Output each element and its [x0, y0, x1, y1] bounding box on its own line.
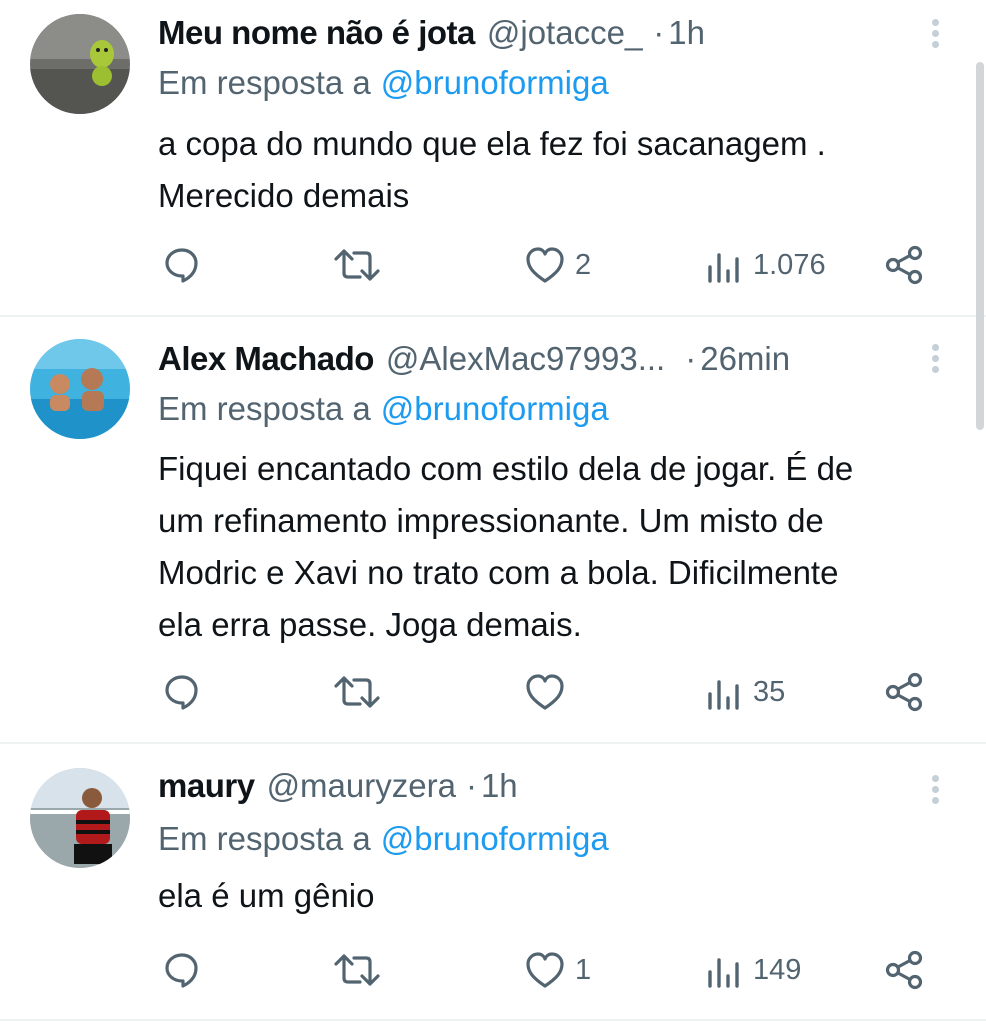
reply-prefix: Em resposta a	[158, 390, 371, 427]
views-icon	[708, 253, 739, 283]
retweet-icon	[334, 249, 380, 281]
text-line: Fiquei encantado com estilo dela de joga…	[158, 450, 854, 487]
views-count: 35	[753, 675, 786, 708]
views-icon	[708, 958, 739, 988]
action-bar: 1 149	[160, 945, 930, 995]
reply-context: Em resposta a @brunoformiga	[158, 390, 609, 428]
like-button[interactable]	[523, 667, 575, 717]
views-icon	[708, 680, 739, 710]
reply-button[interactable]	[160, 667, 204, 717]
tweet-2[interactable]: Alex Machado @AlexMac97993... · 26min Em…	[0, 317, 986, 742]
avatar[interactable]	[30, 14, 130, 114]
like-count: 2	[575, 248, 592, 281]
reply-icon	[165, 248, 198, 283]
like-icon	[526, 952, 564, 988]
share-button[interactable]	[882, 667, 926, 717]
more-icon[interactable]	[926, 14, 946, 54]
like-button[interactable]: 1	[523, 945, 591, 995]
display-name[interactable]: Meu nome não é jota	[158, 14, 475, 52]
views-button[interactable]: 1.076	[705, 240, 826, 290]
reply-context: Em resposta a @brunoformiga	[158, 820, 609, 858]
views-count: 1.076	[753, 248, 826, 281]
views-count: 149	[753, 953, 802, 986]
share-icon	[885, 245, 923, 285]
scrollbar[interactable]	[976, 62, 984, 430]
display-name[interactable]: maury	[158, 767, 255, 805]
divider	[0, 1019, 986, 1021]
reply-button[interactable]	[160, 945, 204, 995]
reply-context: Em resposta a @brunoformiga	[158, 64, 609, 102]
separator-dot: ·	[465, 767, 477, 804]
mention-link[interactable]: @brunoformiga	[381, 820, 609, 857]
reply-icon	[165, 675, 198, 710]
avatar[interactable]	[30, 768, 130, 868]
timestamp[interactable]: 1h	[668, 14, 705, 52]
reply-prefix: Em resposta a	[158, 64, 371, 101]
more-icon[interactable]	[926, 770, 946, 810]
user-handle[interactable]: @AlexMac97993...	[386, 340, 665, 378]
display-name[interactable]: Alex Machado	[158, 340, 374, 378]
tweet-1[interactable]: Meu nome não é jota @jotacce_ · 1h Em re…	[0, 0, 986, 316]
like-icon	[526, 674, 564, 710]
like-count: 1	[575, 953, 592, 986]
separator-dot: ·	[653, 14, 665, 51]
mention-link[interactable]: @brunoformiga	[381, 390, 609, 427]
share-icon	[885, 950, 923, 990]
action-bar: 35	[160, 667, 930, 717]
retweet-icon	[334, 676, 380, 708]
text-line: Modric e Xavi no trato com a bola. Dific…	[158, 554, 839, 591]
mention-link[interactable]: @brunoformiga	[381, 64, 609, 101]
share-button[interactable]	[882, 945, 926, 995]
tweet-text: ela é um gênio	[158, 870, 968, 922]
share-button[interactable]	[882, 240, 926, 290]
text-line: a copa do mundo que ela fez foi sacanage…	[158, 125, 826, 162]
user-handle[interactable]: @mauryzera	[267, 767, 456, 805]
separator-dot: ·	[685, 340, 697, 377]
reply-button[interactable]	[160, 240, 204, 290]
more-icon[interactable]	[926, 339, 946, 379]
timestamp[interactable]: 26min	[700, 340, 790, 378]
retweet-button[interactable]	[332, 945, 382, 995]
action-bar: 2 1.076	[160, 240, 930, 290]
reply-icon	[165, 953, 198, 988]
retweet-button[interactable]	[332, 240, 382, 290]
tweet-text: Fiquei encantado com estilo dela de joga…	[158, 443, 968, 651]
like-button[interactable]: 2	[523, 240, 591, 290]
tweet-3[interactable]: maury @mauryzera · 1h Em resposta a @brun…	[0, 744, 986, 1020]
tweet-text: a copa do mundo que ela fez foi sacanage…	[158, 118, 968, 222]
avatar[interactable]	[30, 339, 130, 439]
retweet-icon	[334, 954, 380, 986]
text-line: Merecido demais	[158, 177, 410, 214]
user-handle[interactable]: @jotacce_	[487, 14, 643, 52]
reply-prefix: Em resposta a	[158, 820, 371, 857]
views-button[interactable]: 149	[705, 945, 801, 995]
text-line: um refinamento impressionante. Um misto …	[158, 502, 824, 539]
retweet-button[interactable]	[332, 667, 382, 717]
text-line: ela erra passe. Joga demais.	[158, 606, 582, 643]
timestamp[interactable]: 1h	[481, 767, 518, 805]
text-line: ela é um gênio	[158, 877, 375, 914]
like-icon	[526, 247, 564, 283]
share-icon	[885, 672, 923, 712]
views-button[interactable]: 35	[705, 667, 785, 717]
